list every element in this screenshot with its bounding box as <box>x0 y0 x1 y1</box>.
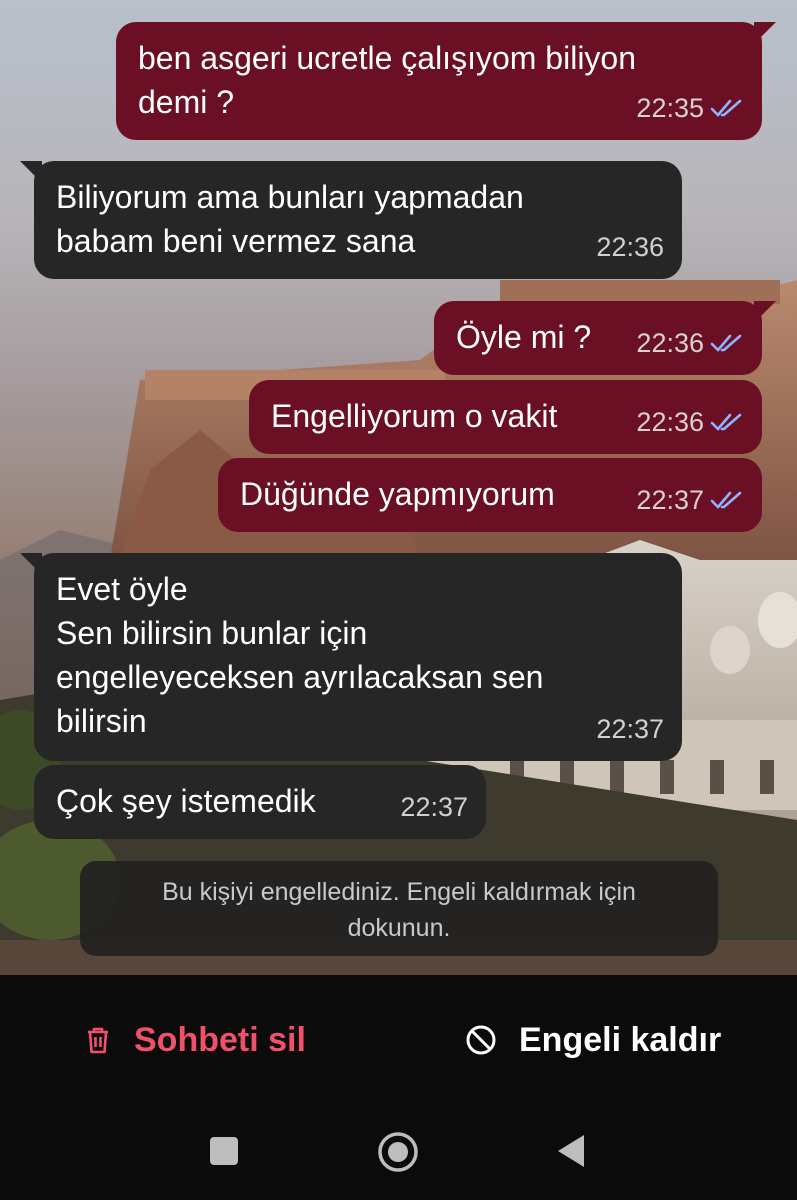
unblock-button[interactable]: Engeli kaldır <box>465 1016 721 1064</box>
outgoing-message[interactable]: Düğünde yapmıyorum 22:37 <box>218 458 762 532</box>
double-check-icon <box>710 413 742 431</box>
message-time: 22:37 <box>636 485 704 515</box>
message-text: Evet öyle Sen bilirsin bunlar için engel… <box>56 571 544 739</box>
message-time: 22:37 <box>400 792 468 822</box>
incoming-message[interactable]: Biliyorum ama bunları yapmadan babam ben… <box>20 161 682 279</box>
bubble-tail <box>754 22 776 44</box>
message-time: 22:37 <box>596 714 664 744</box>
message-meta: 22:37 <box>400 785 468 829</box>
blocked-notice-text: Bu kişiyi engellediniz. Engeli kaldırmak… <box>162 878 636 942</box>
outgoing-message[interactable]: ben asgeri ucretle çalışıyom biliyon dem… <box>116 22 776 140</box>
double-check-icon <box>710 334 742 352</box>
message-meta: 22:36 <box>596 225 664 269</box>
message-time: 22:36 <box>636 407 704 437</box>
message-time: 22:35 <box>636 93 704 123</box>
message-meta: 22:37 <box>596 707 664 751</box>
bubble-tail <box>20 161 42 183</box>
circle-icon <box>378 1132 418 1172</box>
incoming-message[interactable]: Evet öyle Sen bilirsin bunlar için engel… <box>20 553 682 761</box>
outgoing-message[interactable]: Öyle mi ? 22:36 <box>434 301 776 375</box>
nav-recents-button[interactable] <box>209 1136 239 1166</box>
block-icon <box>466 1025 496 1055</box>
message-meta: 22:37 <box>636 478 744 522</box>
message-time: 22:36 <box>596 232 664 262</box>
delete-chat-label: Sohbeti sil <box>134 1020 306 1059</box>
incoming-message[interactable]: Çok şey istemedik 22:37 <box>34 765 486 839</box>
double-check-icon <box>710 99 742 117</box>
message-text: Biliyorum ama bunları yapmadan babam ben… <box>56 179 524 259</box>
unblock-label: Engeli kaldır <box>519 1020 722 1059</box>
trash-icon <box>88 1027 108 1054</box>
bubble-tail <box>754 301 776 323</box>
blocked-contact-notice[interactable]: Bu kişiyi engellediniz. Engeli kaldırmak… <box>80 861 718 956</box>
message-meta: 22:35 <box>636 86 744 130</box>
delete-chat-button[interactable]: Sohbeti sil <box>84 1016 306 1064</box>
message-time: 22:36 <box>636 328 704 358</box>
square-icon <box>210 1137 238 1165</box>
double-check-icon <box>710 491 742 509</box>
message-meta: 22:36 <box>636 321 744 365</box>
bubble-tail <box>20 553 42 575</box>
nav-back-button[interactable] <box>556 1134 586 1168</box>
triangle-back-icon <box>558 1135 584 1167</box>
message-meta: 22:36 <box>636 400 744 444</box>
outgoing-message[interactable]: Engelliyorum o vakit 22:36 <box>249 380 762 454</box>
nav-home-button[interactable] <box>377 1131 419 1173</box>
